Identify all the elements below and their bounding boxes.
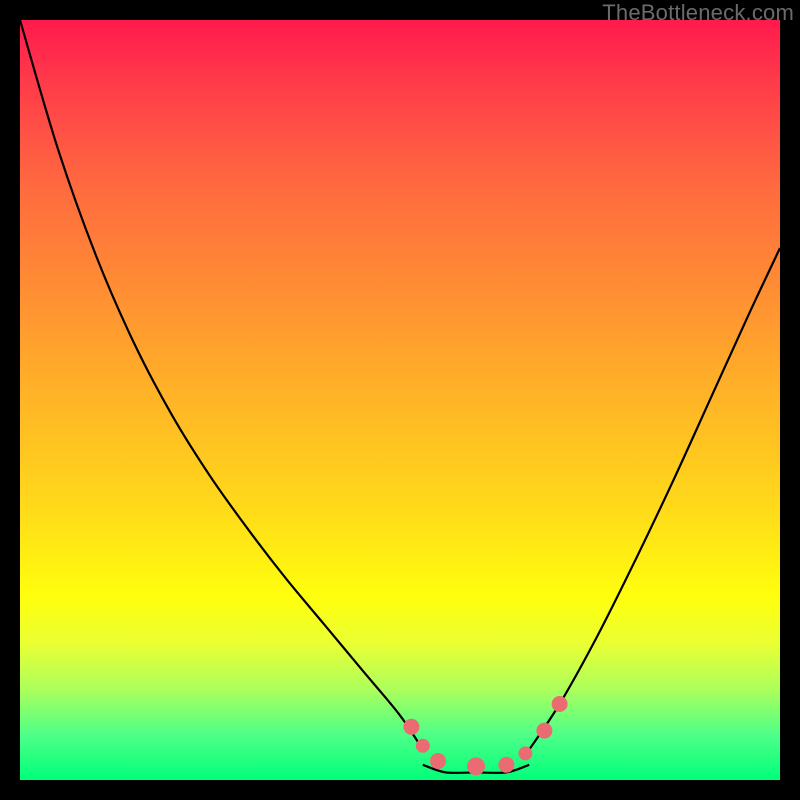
curve-marker — [403, 719, 419, 735]
curve-marker — [552, 696, 568, 712]
curve-markers — [403, 696, 567, 775]
curve-marker — [467, 757, 485, 775]
curve-marker — [536, 723, 552, 739]
curve-marker — [498, 757, 514, 773]
bottleneck-curve — [20, 20, 780, 780]
chart-frame: TheBottleneck.com — [0, 0, 800, 800]
curve-marker — [518, 746, 532, 760]
plot-area — [20, 20, 780, 780]
curve-marker — [430, 753, 446, 769]
curve-marker — [416, 739, 430, 753]
curve-left — [20, 20, 423, 750]
curve-right — [529, 248, 780, 750]
